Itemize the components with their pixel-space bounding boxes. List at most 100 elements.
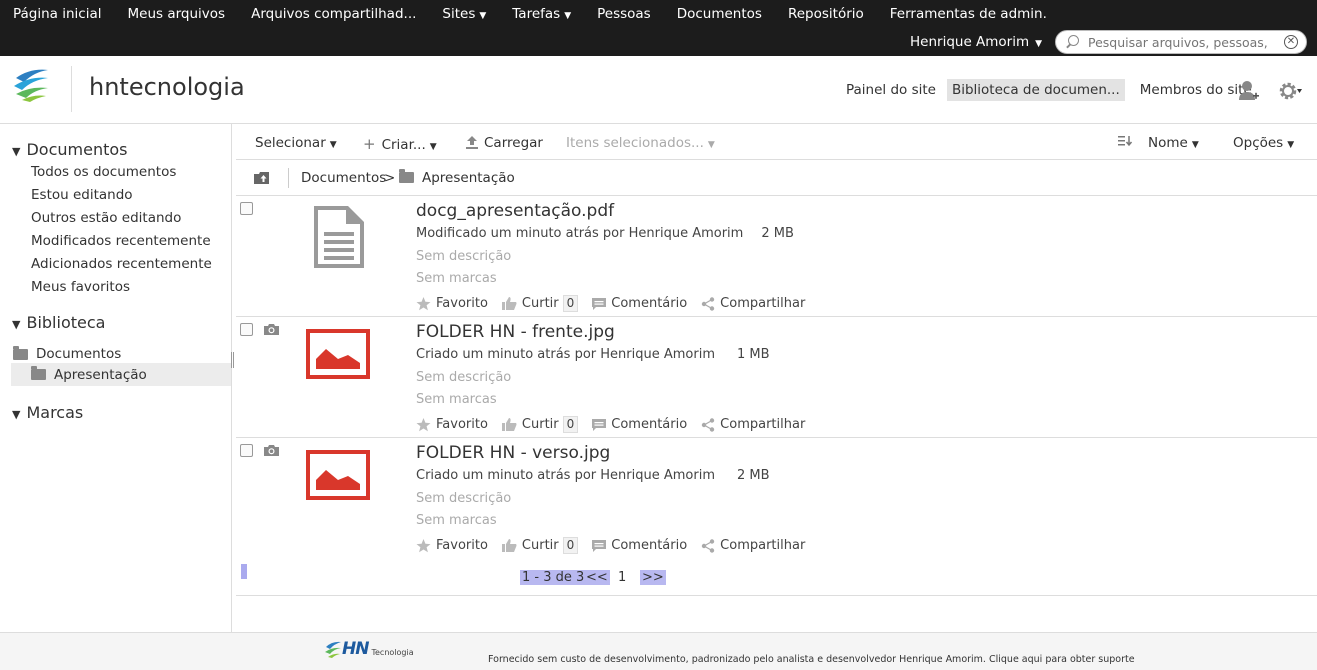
library-section-toggle[interactable]: ▼ Biblioteca	[12, 313, 105, 332]
footer-logo: HN Tecnologia	[324, 639, 414, 659]
divider	[71, 66, 72, 112]
document-meta: Modificado um minuto atrás por Henrique …	[416, 226, 794, 241]
file-size: 1 MB	[737, 347, 770, 362]
nav-document-library[interactable]: Biblioteca de documen...	[946, 79, 1125, 101]
folder-icon	[13, 345, 28, 360]
previous-page-button[interactable]: <<	[584, 570, 610, 585]
document-name-link[interactable]: docg_apresentação.pdf	[416, 201, 614, 221]
document-tags[interactable]: Sem marcas	[416, 392, 497, 407]
favorite-action[interactable]: Favorito	[416, 417, 488, 432]
like-action[interactable]: Curtir 0	[501, 537, 579, 554]
nav-documents[interactable]: Documentos	[664, 0, 775, 28]
comment-action[interactable]: Comentário	[592, 417, 687, 432]
filter-all-documents[interactable]: Todos os documentos	[31, 164, 176, 180]
folder-up-icon[interactable]	[254, 171, 269, 184]
support-link[interactable]: Clique aqui para obter suporte	[989, 654, 1135, 665]
gear-icon[interactable]	[1278, 80, 1302, 102]
filter-editing-me[interactable]: Estou editando	[31, 187, 133, 203]
sort-field-menu[interactable]: Nome ▼	[1148, 135, 1199, 151]
user-menu[interactable]: Henrique Amorim ▼	[910, 34, 1042, 50]
document-tags[interactable]: Sem marcas	[416, 271, 497, 286]
like-action[interactable]: Curtir 0	[501, 416, 579, 433]
divider	[288, 168, 289, 188]
chevron-down-icon: ▼	[564, 11, 572, 21]
document-description: Sem descrição	[416, 249, 512, 264]
document-name-link[interactable]: FOLDER HN - verso.jpg	[416, 443, 610, 463]
like-count: 0	[562, 537, 579, 554]
search-icon[interactable]	[1066, 35, 1080, 49]
create-menu-button[interactable]: + Criar... ▼	[363, 135, 437, 153]
page-number[interactable]: 1	[618, 570, 626, 585]
site-header: hntecnologia Painel do site Biblioteca d…	[0, 56, 1317, 124]
document-tags[interactable]: Sem marcas	[416, 513, 497, 528]
nav-repository[interactable]: Repositório	[775, 0, 877, 28]
nav-home[interactable]: Página inicial	[0, 0, 115, 28]
row-select-checkbox[interactable]	[240, 323, 253, 336]
document-name-link[interactable]: FOLDER HN - frente.jpg	[416, 322, 615, 342]
share-action[interactable]: Compartilhar	[701, 538, 805, 553]
like-count: 0	[562, 295, 579, 312]
share-icon	[701, 296, 715, 311]
site-navigation: Painel do site Biblioteca de documen... …	[841, 79, 1257, 101]
invite-user-icon[interactable]	[1238, 80, 1260, 102]
share-action[interactable]: Compartilhar	[701, 296, 805, 311]
document-actions: Favorito Curtir 0 Comentário Compartilhar	[416, 416, 819, 433]
sidebar-resize-handle[interactable]	[231, 352, 234, 368]
chevron-down-icon: ▼	[1191, 140, 1199, 150]
chevron-down-icon: ▼	[479, 11, 487, 21]
upload-button[interactable]: Carregar	[465, 135, 543, 151]
image-file-icon[interactable]	[306, 450, 370, 502]
nav-admin-tools[interactable]: Ferramentas de admin.	[877, 0, 1060, 28]
nav-my-files[interactable]: Meus arquivos	[115, 0, 239, 28]
caret-down-icon: ▼	[12, 318, 21, 331]
filter-recently-modified[interactable]: Modificados recentemente	[31, 233, 211, 249]
comment-icon	[592, 297, 607, 310]
sort-direction-toggle[interactable]	[1118, 135, 1134, 151]
caret-down-icon: ▼	[12, 408, 21, 421]
comment-action[interactable]: Comentário	[592, 296, 687, 311]
pdf-document-icon[interactable]	[306, 204, 370, 268]
document-meta: Criado um minuto atrás por Henrique Amor…	[416, 468, 770, 483]
camera-icon[interactable]	[264, 445, 279, 456]
options-menu[interactable]: Opções ▼	[1233, 135, 1294, 151]
selected-items-menu[interactable]: Itens selecionados... ▼	[566, 135, 715, 151]
document-meta: Criado um minuto atrás por Henrique Amor…	[416, 347, 770, 362]
favorite-action[interactable]: Favorito	[416, 538, 488, 553]
breadcrumb-documents[interactable]: Documentos	[301, 170, 386, 186]
search-input[interactable]	[1088, 34, 1270, 50]
site-title[interactable]: hntecnologia	[89, 73, 245, 101]
filter-recently-added[interactable]: Adicionados recentemente	[31, 256, 212, 272]
like-action[interactable]: Curtir 0	[501, 295, 579, 312]
next-page-button[interactable]: >>	[640, 570, 666, 585]
documents-section-toggle[interactable]: ▼ Documentos	[12, 140, 127, 159]
select-menu-button[interactable]: Selecionar ▼	[255, 135, 337, 151]
document-description: Sem descrição	[416, 370, 512, 385]
star-icon	[416, 538, 431, 552]
site-logo-icon	[14, 69, 48, 102]
filter-favorites[interactable]: Meus favoritos	[31, 279, 130, 295]
selection-marker	[241, 564, 247, 579]
share-action[interactable]: Compartilhar	[701, 417, 805, 432]
row-select-checkbox[interactable]	[240, 202, 253, 215]
tags-section-toggle[interactable]: ▼ Marcas	[12, 403, 83, 422]
nav-shared-files[interactable]: Arquivos compartilhad...	[238, 0, 429, 28]
filter-editing-others[interactable]: Outros estão editando	[31, 210, 181, 226]
image-file-icon[interactable]	[306, 329, 370, 381]
tree-folder-documents[interactable]: Documentos	[13, 344, 121, 364]
row-select-checkbox[interactable]	[240, 444, 253, 457]
chevron-down-icon: ▼	[707, 140, 715, 150]
file-size: 2 MB	[737, 468, 770, 483]
nav-sites[interactable]: Sites ▼	[429, 0, 499, 28]
favorite-action[interactable]: Favorito	[416, 296, 488, 311]
plus-icon: +	[363, 135, 376, 153]
tree-folder-apresentacao[interactable]: Apresentação	[11, 363, 231, 386]
comment-icon	[592, 418, 607, 431]
camera-icon[interactable]	[264, 324, 279, 335]
hn-logo-icon	[325, 641, 341, 658]
comment-action[interactable]: Comentário	[592, 538, 687, 553]
nav-tasks[interactable]: Tarefas ▼	[499, 0, 584, 28]
nav-people[interactable]: Pessoas	[584, 0, 664, 28]
clear-search-icon[interactable]: ✕	[1284, 35, 1298, 49]
nav-site-dashboard[interactable]: Painel do site	[841, 79, 941, 101]
upload-icon	[466, 136, 478, 149]
